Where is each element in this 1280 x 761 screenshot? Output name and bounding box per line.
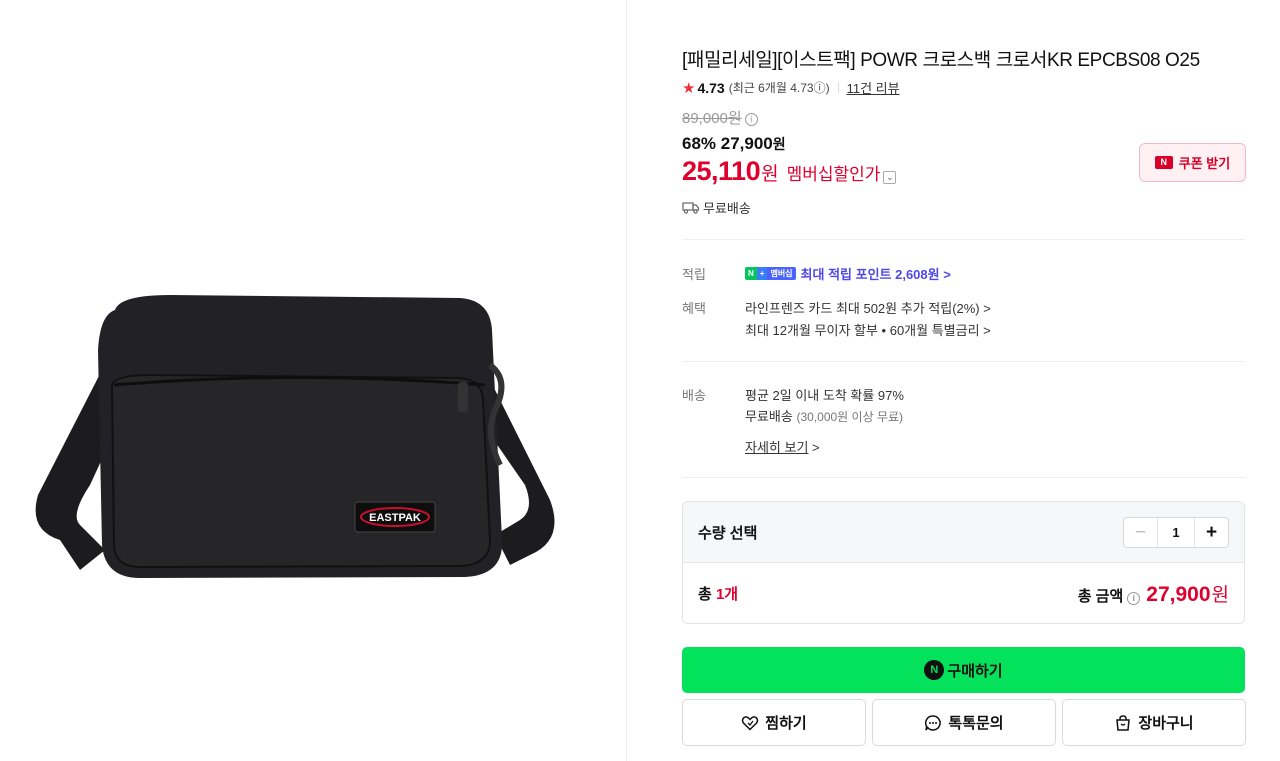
npay-membership-badge: N + 멤버십 [745,267,796,280]
quantity-increase-button[interactable]: + [1195,518,1228,547]
talk-inquiry-button[interactable]: 톡톡문의 [872,699,1056,746]
discount-percent: 68% [682,134,717,153]
heart-icon [742,715,759,731]
total-row: 총 1개 총 금액 i 27,900 원 [683,563,1244,623]
delivery-label: 배송 [682,388,706,403]
info-icon[interactable]: i [1127,592,1141,605]
quantity-value[interactable]: 1 [1157,517,1195,547]
product-image-pane: EASTPAK [0,0,627,761]
shopping-bag-icon [1116,714,1131,731]
divider [682,361,1245,362]
point-info[interactable]: N + 멤버십 최대 적립 포인트 2,608원 > [745,264,951,283]
truck-icon [682,202,700,214]
naver-coupon-icon: N [1154,156,1173,169]
divider [837,82,839,93]
info-icon[interactable]: i [744,113,758,126]
buy-button[interactable]: N 구매하기 [682,647,1245,693]
quantity-decrease-button[interactable]: − [1124,518,1157,547]
member-price-row: 25,110 원 멤버십할인가 ⌄ [682,156,897,187]
naver-pay-icon: N [924,660,945,680]
quantity-label: 수량 선택 [698,524,758,542]
brand-patch-text: EASTPAK [369,512,421,524]
delivery-details-link[interactable]: 자세히 보기 > [745,437,820,456]
total-count: 총 1개 [698,586,739,603]
member-price: 25,110 [682,156,761,186]
original-price: 89,000원 i [682,107,758,128]
wishlist-button[interactable]: 찜하기 [682,699,866,746]
secondary-actions: 찜하기 톡톡문의 장바구니 [682,699,1246,746]
sale-price: 27,900 [720,134,773,153]
product-title: [패밀리세일][이스트팩] POWR 크로스백 크로서KR EPCBS08 O2… [682,50,1200,71]
free-shipping: 무료배송 [682,198,751,217]
chevron-down-icon[interactable]: ⌄ [883,171,897,184]
product-image[interactable]: EASTPAK [20,290,565,590]
divider [682,477,1245,478]
star-icon: ★ [682,79,696,97]
divider [682,239,1245,240]
rating-score: 4.73 [697,79,725,96]
max-point-link[interactable]: 최대 적립 포인트 2,608원 > [801,264,951,283]
installment-link[interactable]: 최대 12개월 무이자 할부 • 60개월 특별금리 > [745,320,991,339]
sale-price-row: 68% 27,900원 [682,134,786,153]
quantity-box: 수량 선택 − 1 + 총 1개 총 금액 i 27,900 원 [682,501,1245,624]
benefit-label: 혜택 [682,301,706,316]
card-benefit-link[interactable]: 라인프렌즈 카드 최대 502원 추가 적립(2%) > [745,298,991,317]
quantity-selector-row: 수량 선택 − 1 + [683,502,1244,563]
coupon-button[interactable]: N 쿠폰 받기 [1139,143,1246,182]
rating-row: ★ 4.73 (최근 6개월 4.73ⓘ) 11건 리뷰 [682,78,900,97]
cart-button[interactable]: 장바구니 [1062,699,1246,746]
quantity-stepper: − 1 + [1123,516,1229,548]
total-amount: 총 금액 i 27,900 원 [1077,583,1229,606]
delivery-fee: 무료배송 (30,000원 이상 무료) [745,409,904,424]
chat-icon [925,714,942,731]
point-label: 적립 [682,267,706,282]
review-count-link[interactable]: 11건 리뷰 [847,78,900,97]
rating-recent: (최근 6개월 4.73ⓘ) [728,81,830,95]
member-price-label: 멤버십할인가 [786,165,881,184]
delivery-eta: 평균 2일 이내 도착 확률 97% [745,388,904,403]
info-icon[interactable]: ⓘ [814,81,826,95]
